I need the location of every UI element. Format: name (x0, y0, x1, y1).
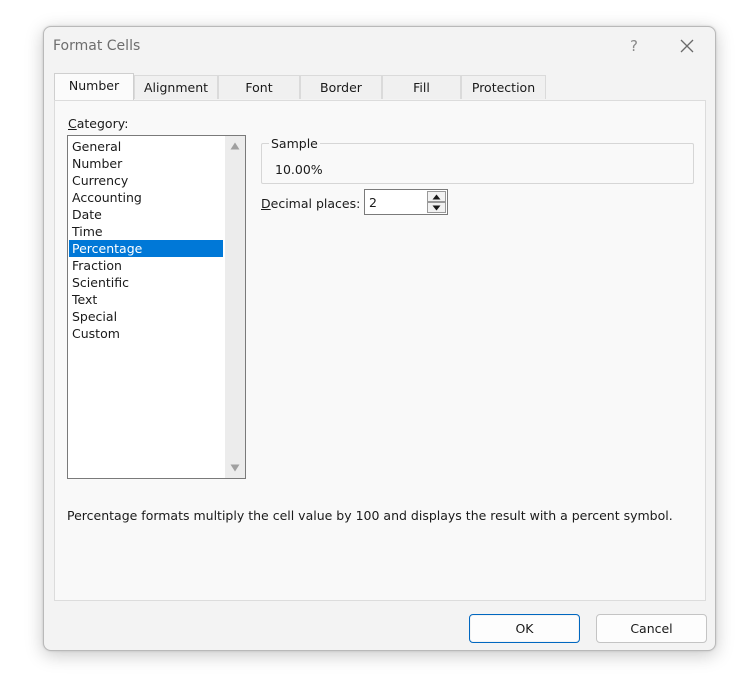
category-item-custom[interactable]: Custom (69, 325, 223, 342)
triangle-up-icon (432, 194, 441, 199)
triangle-up-icon (230, 142, 240, 150)
format-cells-dialog: Format Cells ? Number Alignment Font Bor… (43, 26, 716, 651)
format-description: Percentage formats multiply the cell val… (67, 508, 673, 523)
decimal-places-input[interactable] (365, 190, 429, 214)
tab-fill[interactable]: Fill (382, 75, 461, 99)
triangle-down-icon (230, 464, 240, 472)
dialog-title: Format Cells (53, 38, 141, 54)
category-item-percentage[interactable]: Percentage (69, 240, 223, 257)
help-button[interactable]: ? (622, 34, 646, 58)
close-icon (680, 39, 694, 53)
increment-button[interactable] (427, 191, 446, 202)
category-item-fraction[interactable]: Fraction (69, 257, 223, 274)
category-item-number[interactable]: Number (69, 155, 223, 172)
decimal-places-stepper[interactable] (364, 189, 448, 215)
close-button[interactable] (674, 34, 700, 58)
title-bar[interactable]: Format Cells ? (44, 27, 715, 65)
category-item-general[interactable]: General (69, 138, 223, 155)
sample-value: 10.00% (275, 162, 323, 177)
cancel-button[interactable]: Cancel (596, 614, 707, 643)
tab-alignment[interactable]: Alignment (134, 75, 218, 99)
tab-protection[interactable]: Protection (461, 75, 546, 99)
tab-number[interactable]: Number (54, 73, 134, 100)
triangle-down-icon (432, 205, 441, 210)
tab-border[interactable]: Border (300, 75, 382, 99)
category-item-scientific[interactable]: Scientific (69, 274, 223, 291)
scroll-up-button[interactable] (225, 136, 245, 156)
category-label: Category: (68, 116, 129, 131)
category-item-accounting[interactable]: Accounting (69, 189, 223, 206)
scroll-down-button[interactable] (225, 458, 245, 478)
category-item-time[interactable]: Time (69, 223, 223, 240)
sample-group (261, 143, 694, 184)
category-scrollbar[interactable] (225, 136, 245, 478)
ok-button[interactable]: OK (469, 614, 580, 643)
tab-font[interactable]: Font (218, 75, 300, 99)
decrement-button[interactable] (427, 202, 446, 213)
number-tab-panel: Category: General Number Currency Accoun… (54, 100, 706, 601)
category-item-currency[interactable]: Currency (69, 172, 223, 189)
decimal-places-label: Decimal places: (261, 196, 361, 211)
category-list[interactable]: General Number Currency Accounting Date … (67, 135, 246, 479)
sample-legend: Sample (269, 136, 320, 151)
category-item-text[interactable]: Text (69, 291, 223, 308)
category-item-special[interactable]: Special (69, 308, 223, 325)
category-item-date[interactable]: Date (69, 206, 223, 223)
